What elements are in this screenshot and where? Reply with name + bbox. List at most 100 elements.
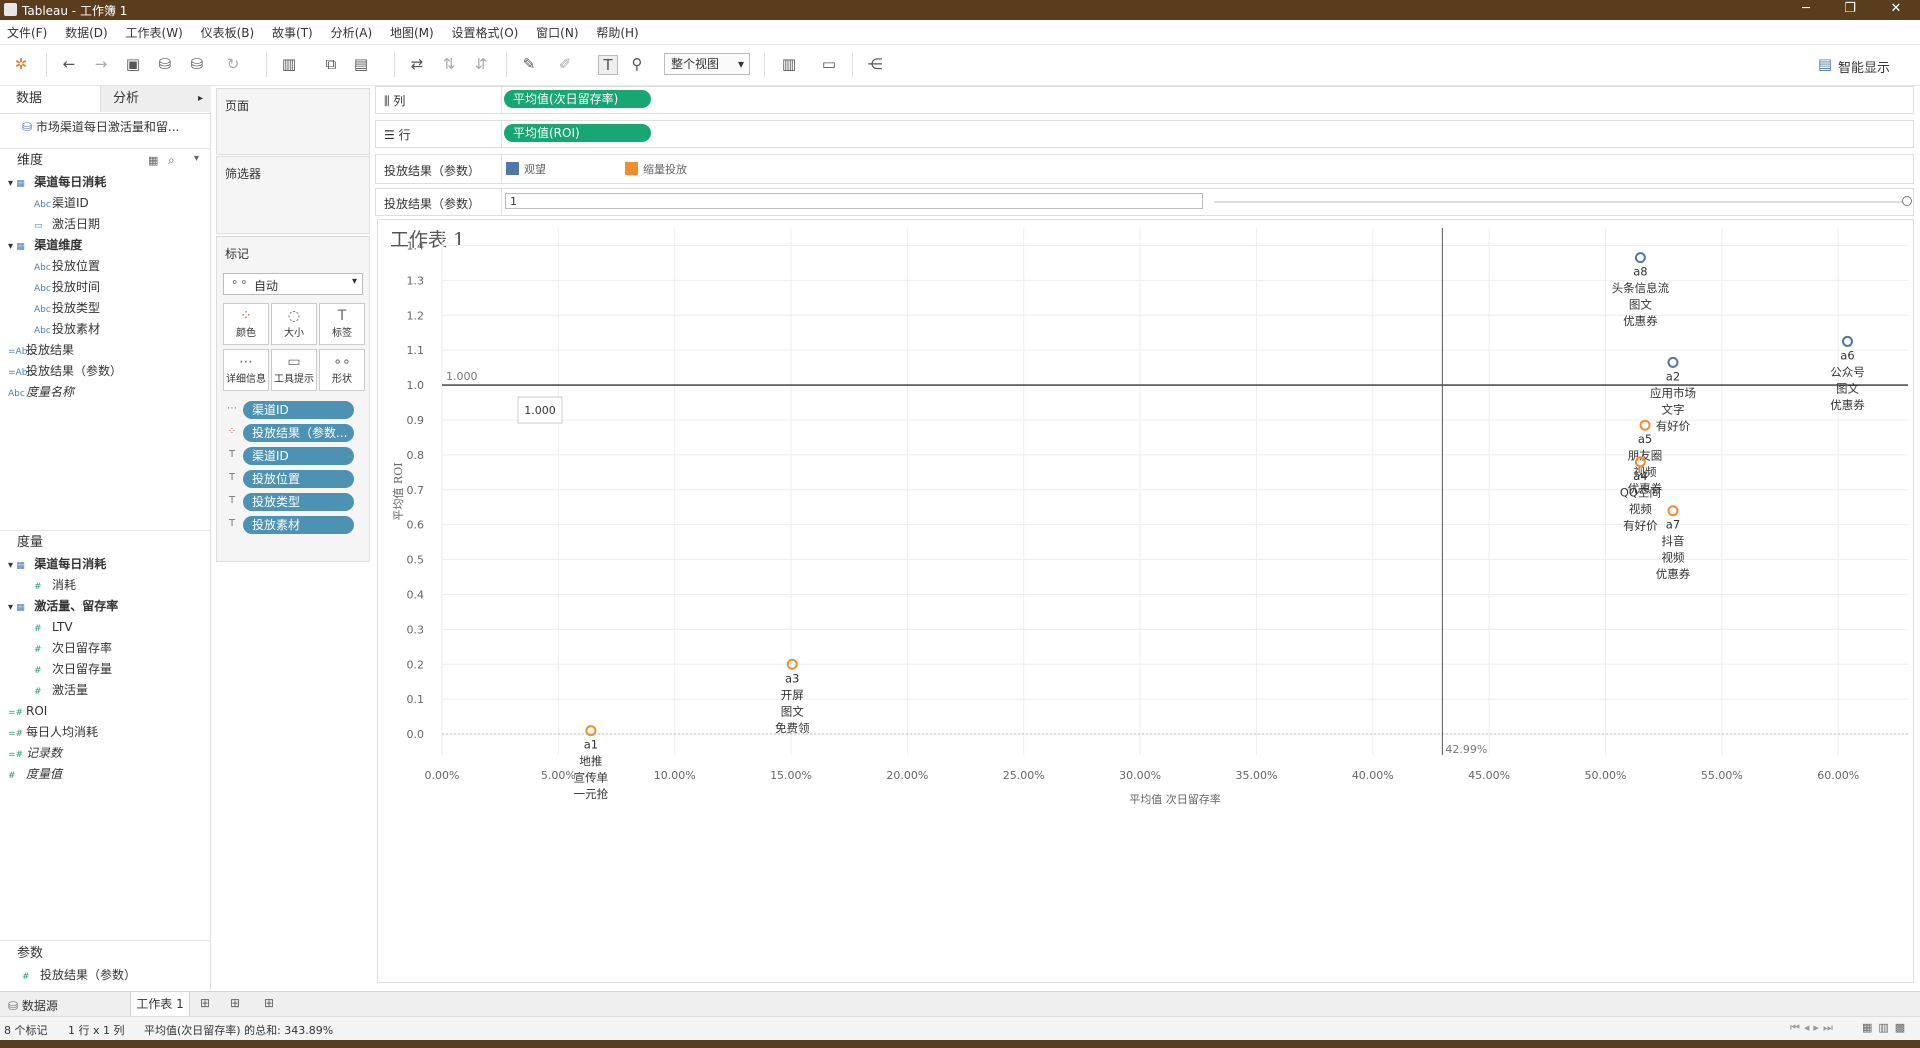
share-icon[interactable]: ⋲ <box>866 55 884 73</box>
columns-shelf[interactable]: ⫼ 列 平均值(次日留存率) <box>375 86 1914 114</box>
chevron-down-icon[interactable]: ▾ <box>8 602 16 613</box>
dimension-item[interactable]: Abc投放类型 <box>34 298 100 319</box>
dimension-item[interactable]: Abc投放时间 <box>34 277 100 298</box>
columns-pill[interactable]: 平均值(次日留存率) <box>504 90 651 108</box>
chevron-down-icon[interactable]: ▾ <box>194 153 199 164</box>
measure-item[interactable]: # LTV <box>34 617 73 638</box>
marks-pill[interactable]: 投放素材 <box>243 516 354 534</box>
marks-pill[interactable]: 渠道ID <box>243 447 354 465</box>
dimension-item[interactable]: =Abc投放结果 <box>8 340 74 361</box>
dimension-item[interactable]: ▾ ▦ 渠道维度 <box>8 235 82 256</box>
measure-item[interactable]: # 激活量 <box>34 680 88 701</box>
measure-item[interactable]: # 次日留存率 <box>34 638 112 659</box>
redo-icon[interactable]: → <box>92 55 110 73</box>
dimension-item[interactable]: ▾ ▦ 渠道每日消耗 <box>8 172 106 193</box>
marks-pill[interactable]: 渠道ID <box>243 401 354 419</box>
marks-tooltip-button[interactable]: ▭ 工具提示 <box>271 349 317 391</box>
tab-data[interactable]: 数据 <box>0 86 100 114</box>
new-dashboard-icon[interactable]: ⊞ <box>230 996 240 1010</box>
menu-worksheet[interactable]: 工作表(W) <box>119 20 190 45</box>
marks-label-button[interactable]: T 标签 <box>319 303 365 345</box>
menu-dashboard[interactable]: 仪表板(B) <box>194 20 262 45</box>
parameter-value-input[interactable]: 1 <box>505 193 1203 209</box>
fix-axes-icon[interactable]: ⚲ <box>628 55 646 73</box>
measure-item[interactable]: =# ROI <box>8 701 47 722</box>
highlight-icon[interactable]: ✎ <box>520 55 538 73</box>
search-icon[interactable]: ⌕ <box>168 153 175 168</box>
dimension-item[interactable]: ▭ 激活日期 <box>34 214 100 235</box>
new-worksheet-icon[interactable]: ▥ <box>280 55 298 73</box>
menu-map[interactable]: 地图(M) <box>383 20 441 45</box>
rows-shelf[interactable]: ☰ 行 平均值(ROI) <box>375 120 1914 148</box>
group-icon[interactable]: ✐ <box>556 55 574 73</box>
parameter-slider-handle[interactable] <box>1902 196 1912 206</box>
refresh-icon[interactable]: ↻ <box>224 55 242 73</box>
rows-pill[interactable]: 平均值(ROI) <box>504 124 651 142</box>
chevron-down-icon[interactable]: ▾ <box>8 178 16 189</box>
menu-file[interactable]: 文件(F) <box>0 20 54 45</box>
measure-item[interactable]: =# 记录数 <box>8 743 62 764</box>
minimize-icon[interactable]: ─ <box>1786 1 1826 16</box>
sheet-nav-icon[interactable]: ⏮◂▸⏭ <box>1790 1021 1837 1035</box>
chevron-down-icon[interactable]: ▾ <box>8 241 16 252</box>
clear-sheet-icon[interactable]: ▤ <box>352 55 370 73</box>
save-icon[interactable]: ▣ <box>124 55 142 73</box>
filters-card[interactable]: 筛选器 <box>216 156 370 234</box>
view-toggle-icon[interactable]: ▦ <box>148 154 158 167</box>
param-item[interactable]: # 投放结果（参数） <box>22 965 136 986</box>
close-icon[interactable]: ✕ <box>1876 1 1916 16</box>
measure-item[interactable]: # 消耗 <box>34 575 76 596</box>
marks-pill[interactable]: 投放位置 <box>243 470 354 488</box>
pause-updates-icon[interactable]: ⛁ <box>188 55 206 73</box>
datasource-item[interactable]: ⛁ 市场渠道每日激活量和留... <box>22 118 179 135</box>
measure-item[interactable]: # 次日留存量 <box>34 659 112 680</box>
show-me-icon[interactable]: ▤ <box>1816 55 1834 73</box>
sheet-view-icon[interactable]: ▦▥▩ <box>1862 1021 1911 1034</box>
swap-rows-columns-icon[interactable]: ⇄ <box>408 55 426 73</box>
menu-help[interactable]: 帮助(H) <box>589 20 645 45</box>
tableau-logo-icon[interactable]: ✲ <box>12 55 30 73</box>
undo-icon[interactable]: ← <box>60 55 78 73</box>
menu-story[interactable]: 故事(T) <box>265 20 320 45</box>
new-worksheet-icon[interactable]: ⊞ <box>200 996 210 1010</box>
menu-analysis[interactable]: 分析(A) <box>324 20 380 45</box>
fit-dropdown[interactable]: 整个视图 ▾ <box>664 53 750 75</box>
dimension-item[interactable]: =Abc投放结果（参数） <box>8 361 122 382</box>
menu-format[interactable]: 设置格式(O) <box>445 20 526 45</box>
duplicate-sheet-icon[interactable]: ⧉ <box>322 55 340 73</box>
marks-shape-button[interactable]: ∘∘ 形状 <box>319 349 365 391</box>
marks-size-button[interactable]: ◌ 大小 <box>271 303 317 345</box>
legend-swatch-reduce[interactable] <box>625 162 638 175</box>
sort-descending-icon[interactable]: ⇵ <box>472 55 490 73</box>
measure-item[interactable]: =# 每日人均消耗 <box>8 722 98 743</box>
show-cards-icon[interactable]: ▥ <box>780 55 798 73</box>
sheet-tab[interactable]: 工作表 1 <box>130 992 190 1017</box>
tab-analysis[interactable]: 分析 ▸ <box>100 86 211 112</box>
legend-swatch-watch[interactable] <box>506 162 519 175</box>
dimension-item[interactable]: Abc投放位置 <box>34 256 100 277</box>
tab-menu-icon[interactable]: ▸ <box>198 86 203 112</box>
measure-item[interactable]: ▾ ▦ 渠道每日消耗 <box>8 554 106 575</box>
new-story-icon[interactable]: ⊞ <box>264 996 274 1010</box>
marks-color-button[interactable]: ⁘ 颜色 <box>223 303 269 345</box>
dimension-item[interactable]: Abc渠道ID <box>34 193 89 214</box>
presentation-mode-icon[interactable]: ▭ <box>820 55 838 73</box>
marks-detail-button[interactable]: ⋯ 详细信息 <box>223 349 269 391</box>
chevron-down-icon[interactable]: ▾ <box>8 560 16 571</box>
pages-card[interactable]: 页面 <box>216 88 370 155</box>
measure-item[interactable]: # 度量值 <box>8 764 62 785</box>
measure-item[interactable]: ▾ ▦ 激活量、留存率 <box>8 596 118 617</box>
mark-type-dropdown[interactable]: ⚬⚬ 自动 ▾ <box>223 273 363 295</box>
menu-window[interactable]: 窗口(N) <box>529 20 585 45</box>
legend-label-reduce[interactable]: 缩量投放 <box>643 161 687 177</box>
show-labels-icon[interactable]: T <box>598 55 618 75</box>
marks-pill[interactable]: 投放类型 <box>243 493 354 511</box>
show-me-label[interactable]: 智能显示 <box>1838 57 1890 76</box>
restore-icon[interactable]: ❐ <box>1830 1 1870 16</box>
marks-pill[interactable]: 投放结果（参数... <box>243 424 354 442</box>
datasource-tab[interactable]: ⛁ 数据源 <box>8 997 58 1014</box>
new-datasource-icon[interactable]: ⛁ <box>156 55 174 73</box>
sort-ascending-icon[interactable]: ⇅ <box>440 55 458 73</box>
dimension-item[interactable]: Abc投放素材 <box>34 319 100 340</box>
menu-data[interactable]: 数据(D) <box>58 20 115 45</box>
